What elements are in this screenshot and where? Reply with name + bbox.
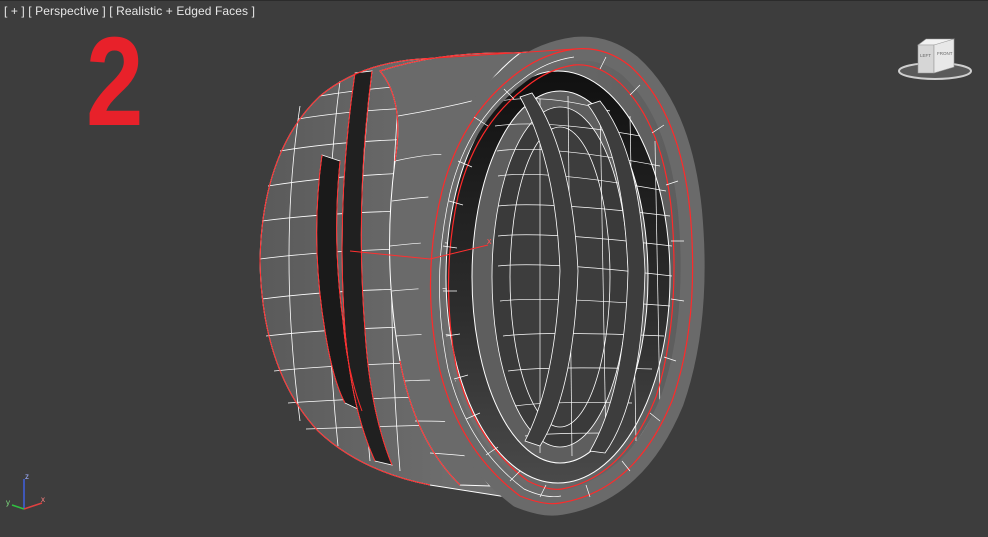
viewcube-left-label: LEFT [920, 53, 931, 58]
axis-y-label: y [6, 498, 10, 507]
axis-x-line [23, 502, 43, 510]
axis-x-label: x [41, 495, 45, 504]
ring-model[interactable]: x [0, 1, 988, 537]
axis-z-label: z [25, 472, 29, 481]
axis-tripod: z x y [6, 472, 45, 510]
perspective-viewport[interactable]: [ + ] [ Perspective ] [ Realistic + Edge… [0, 0, 988, 536]
viewcube-front-label: FRONT [937, 51, 953, 56]
axis-y-line [11, 504, 25, 510]
viewcube-front-face[interactable] [933, 38, 955, 74]
viewcube[interactable]: LEFT FRONT [896, 35, 974, 85]
gizmo-x-label: x [487, 236, 492, 246]
viewcube-left-face[interactable] [917, 44, 935, 74]
